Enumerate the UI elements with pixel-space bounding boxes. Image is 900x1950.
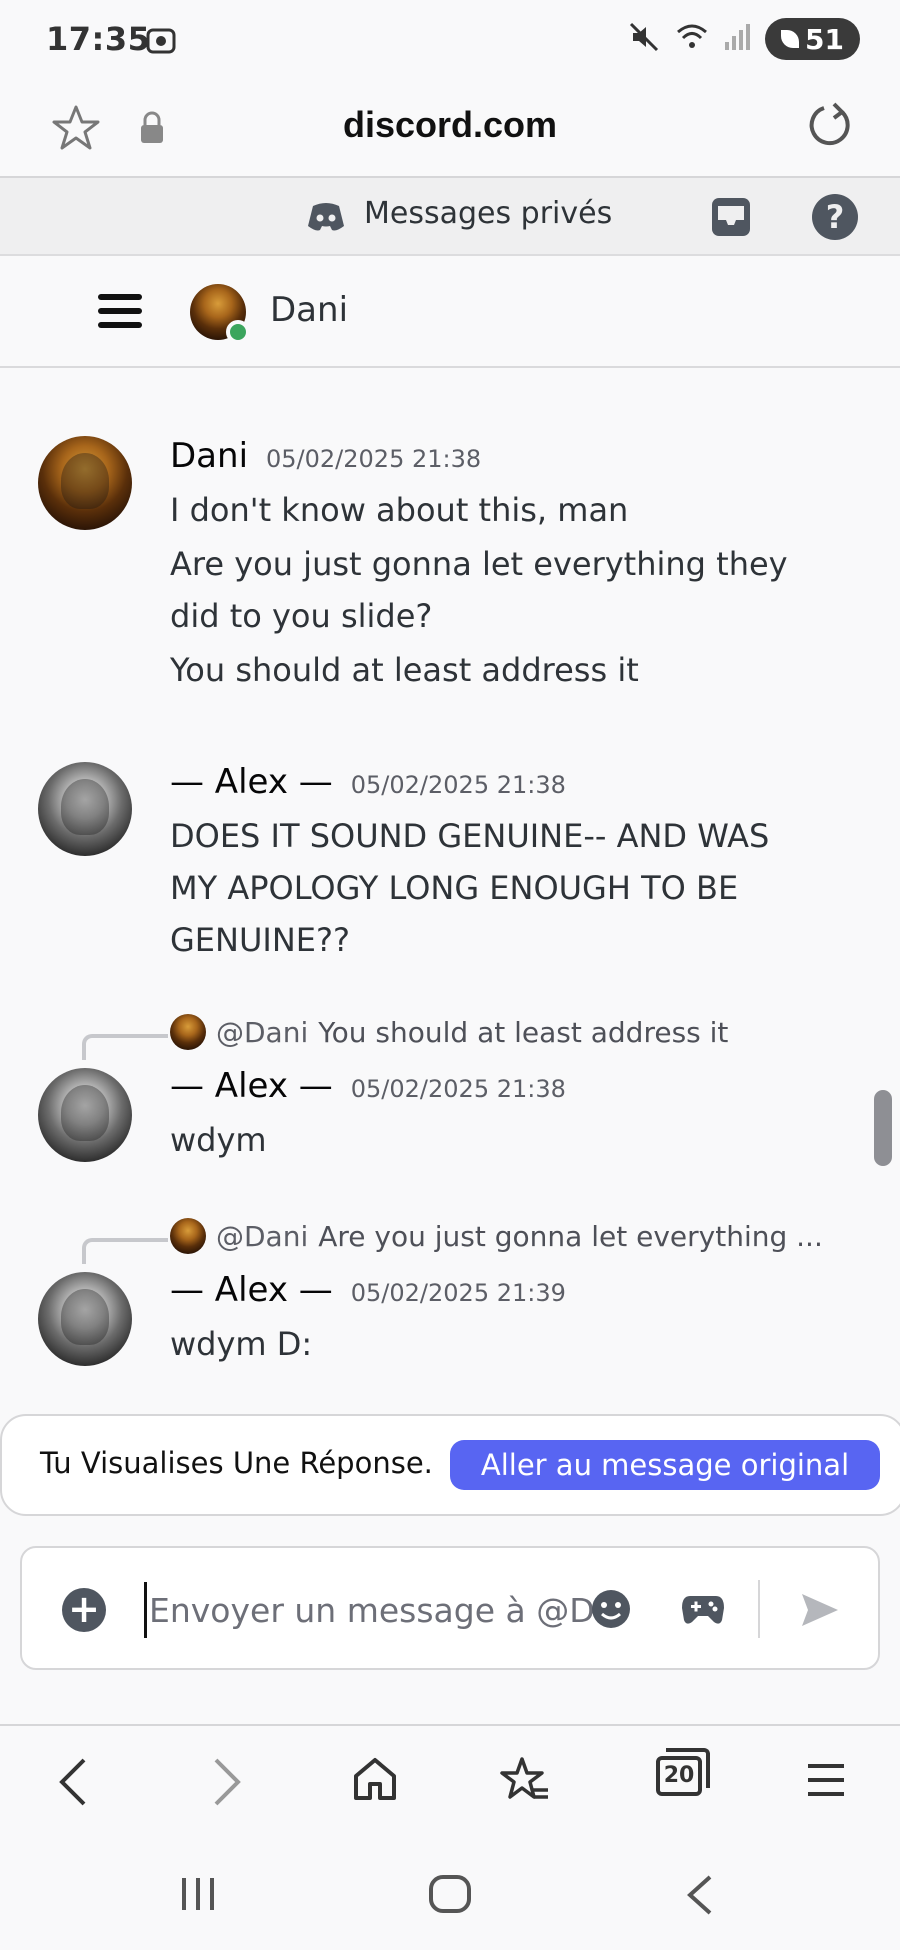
message-text: wdym (170, 1121, 267, 1159)
message-header: — Alex — 05/02/2025 21:38 (170, 762, 566, 802)
home-button-icon[interactable] (428, 1874, 472, 1918)
system-back-icon[interactable] (684, 1874, 716, 1920)
reply-connector (82, 1238, 168, 1264)
discord-logo-icon (306, 198, 346, 238)
home-icon[interactable] (352, 1756, 398, 1806)
message-text: You should at least address it (170, 651, 639, 689)
message-timestamp: 05/02/2025 21:38 (350, 771, 566, 799)
message-text: DOES IT SOUND GENUINE-- AND WAS MY APOLO… (170, 817, 770, 959)
inbox-icon[interactable] (710, 196, 752, 242)
recent-apps-icon[interactable] (178, 1874, 218, 1918)
online-status-icon (226, 320, 250, 344)
message-text: I don't know about this, man (170, 491, 629, 529)
add-attachment-button[interactable]: + (62, 1588, 106, 1632)
browser-menu-icon[interactable] (806, 1762, 846, 1802)
send-icon[interactable] (798, 1588, 842, 1636)
avatar[interactable] (38, 436, 132, 530)
menu-hamburger-icon[interactable] (98, 294, 142, 328)
channel-header: Dani (0, 256, 900, 368)
forward-icon[interactable] (206, 1756, 246, 1812)
battery-indicator: 51 (765, 18, 860, 60)
avatar (170, 1014, 206, 1050)
dm-section-title: Messages privés (364, 196, 613, 231)
avatar[interactable] (38, 1272, 132, 1366)
jump-to-original-button[interactable]: Aller au message original (450, 1440, 880, 1490)
message-header: — Alex — 05/02/2025 21:38 (170, 1066, 566, 1106)
reload-icon[interactable] (804, 100, 854, 154)
battery-level: 51 (805, 22, 844, 56)
wifi-icon (675, 20, 709, 58)
discord-top-bar: Messages privés ? (0, 178, 900, 256)
emoji-icon[interactable] (590, 1588, 632, 1634)
signal-icon (723, 22, 751, 56)
url-text[interactable]: discord.com (0, 104, 900, 146)
message-header: Dani 05/02/2025 21:38 (170, 436, 481, 476)
message-header: — Alex — 05/02/2025 21:39 (170, 1270, 566, 1310)
reply-mention[interactable]: @Dani (216, 1016, 308, 1049)
avatar[interactable] (38, 1068, 132, 1162)
screenshot-icon (144, 24, 178, 62)
scrollbar-thumb[interactable] (874, 1090, 892, 1166)
message-author[interactable]: — Alex — (170, 762, 333, 802)
message-author[interactable]: Dani (170, 436, 248, 476)
reply-connector (82, 1034, 168, 1060)
browser-toolbar: 20 (0, 1724, 900, 1840)
avatar (170, 1218, 206, 1254)
message-author[interactable]: — Alex — (170, 1066, 333, 1106)
avatar[interactable] (38, 762, 132, 856)
bookmarks-icon[interactable] (500, 1756, 550, 1808)
message-composer: + (20, 1546, 880, 1670)
tabs-count-icon[interactable]: 20 (656, 1748, 710, 1796)
channel-name[interactable]: Dani (270, 290, 348, 330)
message-timestamp: 05/02/2025 21:38 (350, 1075, 566, 1103)
reply-preview[interactable]: @Dani You should at least address it (170, 1014, 728, 1050)
composer-divider (758, 1580, 760, 1638)
status-bar: 17:35 51 (0, 0, 900, 82)
reply-mention[interactable]: @Dani (216, 1220, 308, 1253)
reply-snippet[interactable]: Are you just gonna let everything ... (318, 1220, 823, 1253)
reply-banner-text: Tu Visualises Une Réponse. (40, 1446, 433, 1480)
message-timestamp: 05/02/2025 21:39 (350, 1279, 566, 1307)
message-timestamp: 05/02/2025 21:38 (266, 445, 482, 473)
gamepad-icon[interactable] (680, 1588, 726, 1634)
message-text: Are you just gonna let everything they d… (170, 545, 788, 635)
status-time: 17:35 (46, 20, 151, 58)
reply-preview[interactable]: @Dani Are you just gonna let everything … (170, 1218, 823, 1254)
status-icons: 51 (627, 18, 860, 60)
viewing-reply-banner: Tu Visualises Une Réponse. Aller au mess… (0, 1414, 900, 1516)
message-text: wdym D: (170, 1325, 313, 1363)
message-list[interactable]: Dani 05/02/2025 21:38 I don't know about… (0, 370, 900, 1414)
help-icon[interactable]: ? (812, 194, 858, 240)
message-input[interactable] (144, 1582, 594, 1638)
reply-snippet[interactable]: You should at least address it (318, 1016, 728, 1049)
android-nav-bar (0, 1840, 900, 1950)
back-icon[interactable] (54, 1756, 94, 1812)
browser-url-bar: discord.com (0, 82, 900, 178)
message-author[interactable]: — Alex — (170, 1270, 333, 1310)
mute-icon (627, 20, 661, 58)
leaf-icon (781, 30, 800, 48)
